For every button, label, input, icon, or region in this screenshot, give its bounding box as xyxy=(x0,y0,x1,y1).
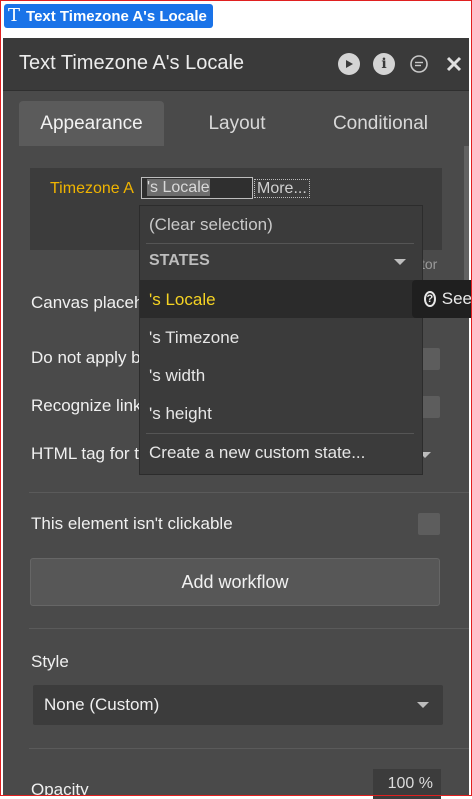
do-not-apply-label: Do not apply b xyxy=(31,348,141,367)
expression-input[interactable]: 's Locale xyxy=(141,177,253,199)
section-chevron-down-icon[interactable] xyxy=(394,259,406,265)
style-select[interactable]: None (Custom) xyxy=(33,685,443,725)
style-label: Style xyxy=(31,652,69,671)
text-element-icon: T xyxy=(8,5,21,26)
help-icon: ? xyxy=(424,291,436,307)
tab-appearance[interactable]: Appearance xyxy=(19,101,164,146)
tab-conditional[interactable]: Conditional xyxy=(313,101,448,146)
divider xyxy=(29,492,469,493)
add-workflow-button[interactable]: Add workflow xyxy=(30,558,440,606)
canvas-placeholder-label: Canvas placeh xyxy=(31,293,144,312)
recognize-links-label: Recognize link xyxy=(31,396,142,415)
dropdown-divider xyxy=(146,243,414,244)
tab-layout[interactable]: Layout xyxy=(183,101,291,146)
tab-bar: Appearance Layout Conditional xyxy=(3,91,469,146)
element-chip[interactable]: T Text Timezone A's Locale xyxy=(4,4,213,28)
element-chip-label: Text Timezone A's Locale xyxy=(26,7,207,25)
states-section-header[interactable]: STATES xyxy=(149,252,210,270)
not-clickable-label: This element isn't clickable xyxy=(31,514,233,533)
editor-link[interactable]: tor xyxy=(421,256,437,272)
close-icon[interactable] xyxy=(443,53,465,75)
not-clickable-checkbox[interactable] xyxy=(418,513,440,535)
chevron-down-icon xyxy=(417,702,429,708)
opacity-label: Opacity xyxy=(31,780,89,796)
divider xyxy=(29,628,469,629)
info-icon[interactable]: i xyxy=(373,53,395,75)
html-tag-label: HTML tag for t xyxy=(31,444,140,463)
style-select-value: None (Custom) xyxy=(44,695,160,714)
state-option-locale[interactable]: 's Locale xyxy=(149,290,216,310)
panel-header: Text Timezone A's Locale i xyxy=(3,38,469,91)
play-icon[interactable] xyxy=(338,53,360,75)
dropdown-divider xyxy=(146,433,414,434)
state-dropdown-menu: (Clear selection) STATES 's Locale 's Ti… xyxy=(139,205,423,475)
comment-icon[interactable] xyxy=(408,53,430,75)
more-button[interactable]: More... xyxy=(254,179,310,198)
see-tooltip-button[interactable]: ? See xyxy=(412,280,472,318)
scrollbar[interactable] xyxy=(464,146,469,286)
state-option-height[interactable]: 's height xyxy=(149,404,212,424)
clear-selection-option[interactable]: (Clear selection) xyxy=(149,215,273,235)
divider xyxy=(29,748,469,749)
state-option-width[interactable]: 's width xyxy=(149,366,205,386)
panel-title: Text Timezone A's Locale xyxy=(19,52,245,74)
expression-input-value: 's Locale xyxy=(147,179,210,196)
opacity-input[interactable]: 100 % xyxy=(373,769,441,799)
tooltip-label: See xyxy=(441,289,472,308)
state-option-timezone[interactable]: 's Timezone xyxy=(149,328,239,348)
create-custom-state-option[interactable]: Create a new custom state... xyxy=(149,443,365,463)
expression-prefix: Timezone A xyxy=(50,180,134,197)
